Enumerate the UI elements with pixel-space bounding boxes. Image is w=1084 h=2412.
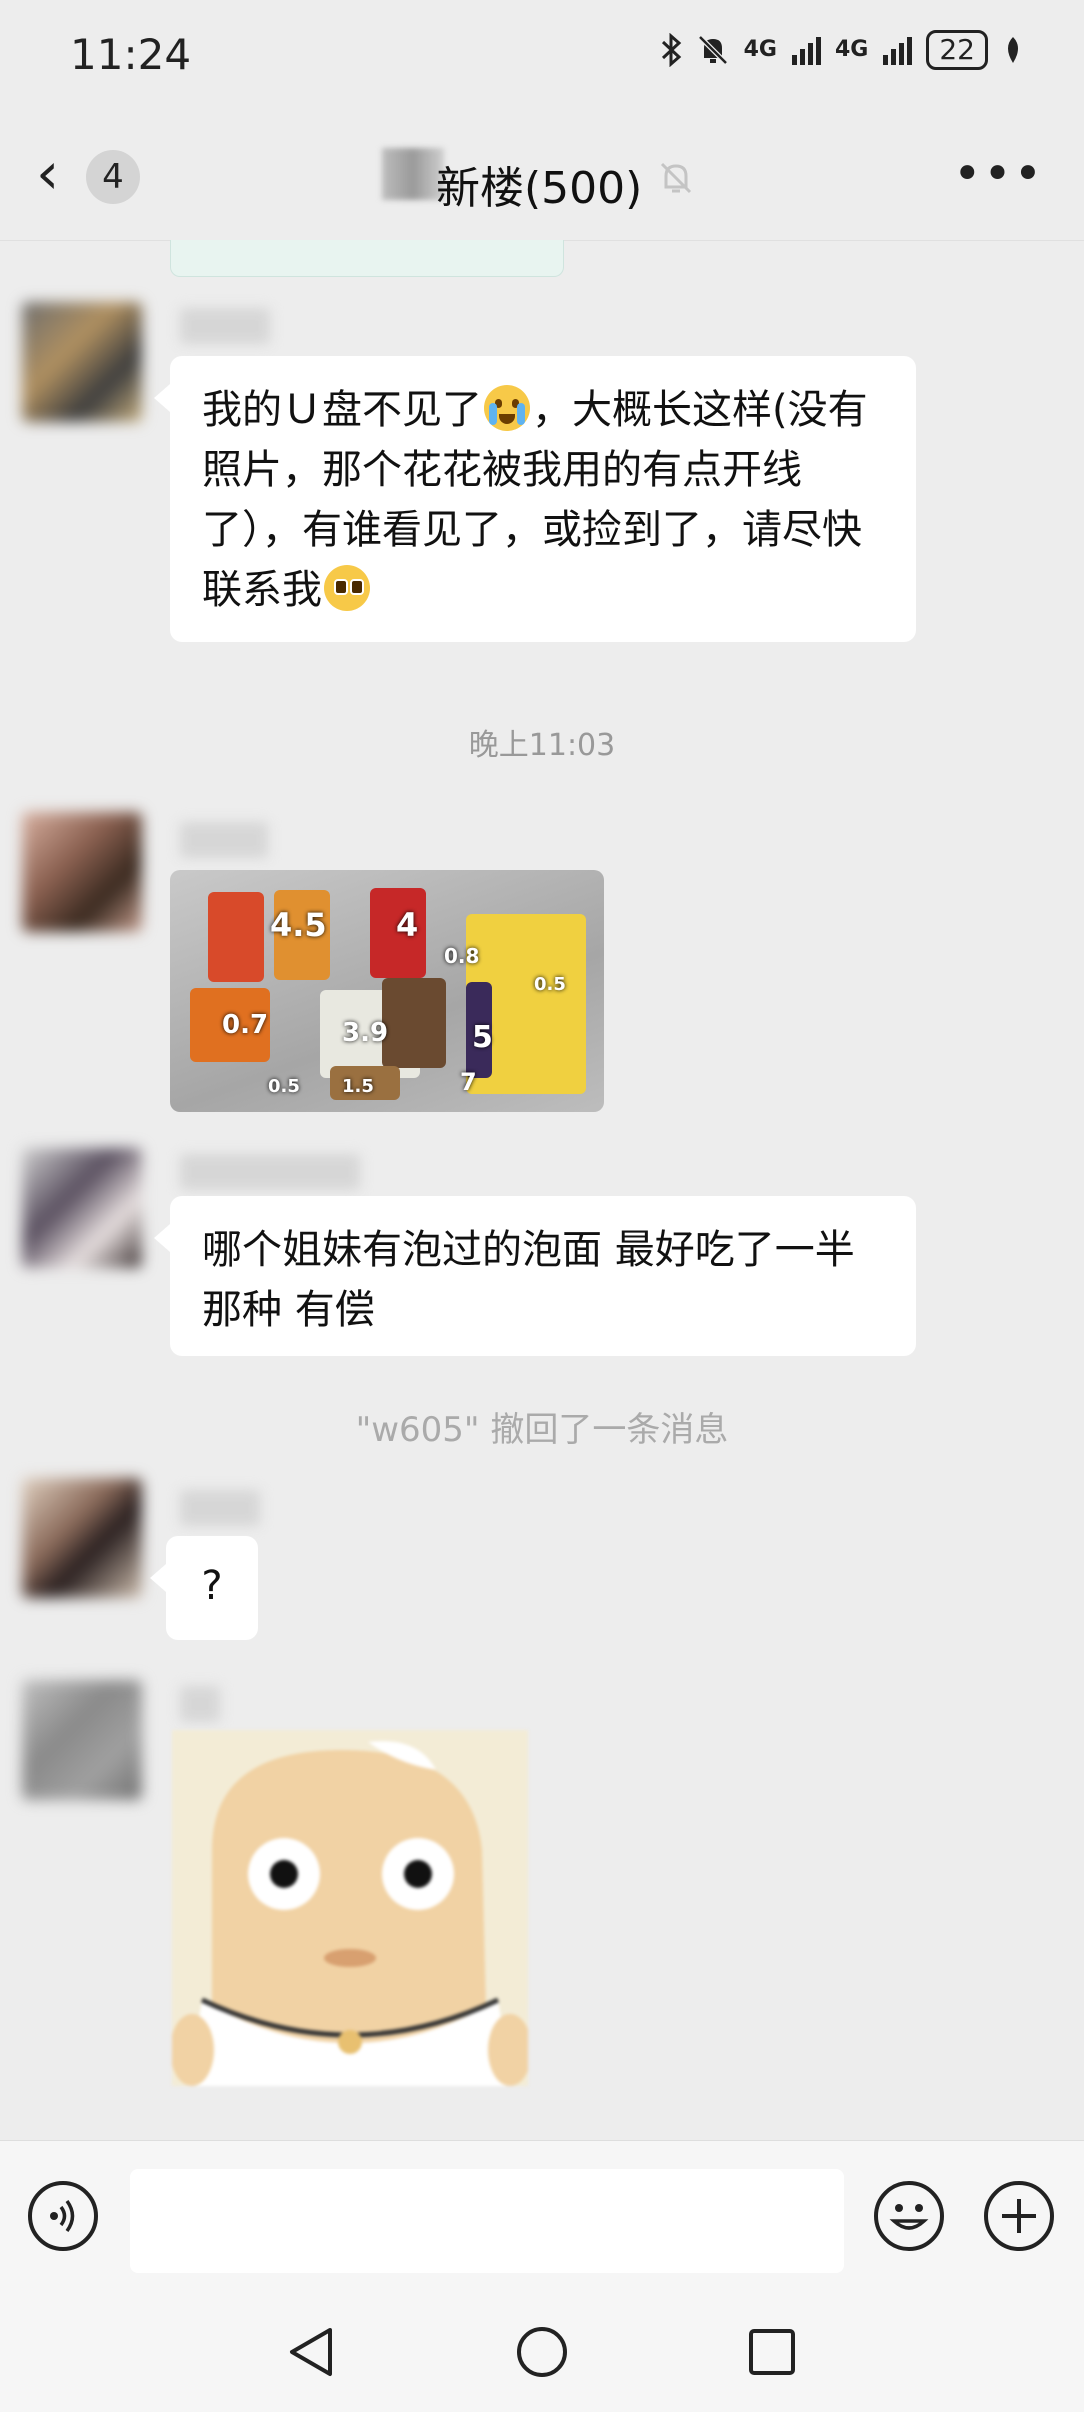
price-label: 4	[396, 906, 419, 944]
sticker-image[interactable]	[172, 1730, 528, 2086]
previous-message-bubble[interactable]	[170, 240, 564, 277]
bell-muted-icon	[697, 35, 728, 65]
bluetooth-icon	[661, 33, 681, 67]
price-label: 4.5	[270, 906, 327, 944]
leaf-icon	[1008, 37, 1018, 63]
avatar[interactable]	[22, 1680, 142, 1800]
chat-header: ‹ 4 新楼(500) •••	[0, 110, 1084, 241]
photo-item	[382, 978, 446, 1068]
input-bar	[0, 2140, 1084, 2291]
message-timestamp: 晚上11:03	[468, 728, 616, 763]
network-label-2: 4G	[834, 37, 869, 62]
price-label: 5	[472, 1020, 493, 1055]
status-bar: 11:24 4G 4G 22	[0, 0, 1084, 110]
loudly-crying-face-icon	[484, 385, 530, 431]
price-label: 0.5	[268, 1076, 300, 1097]
message-bubble[interactable]: 我的Ｕ盘不见了 ，大概长这样(没有照片，那个花花被我用的有点开线了），有谁看见了，…	[154, 356, 916, 642]
signal-icon	[791, 37, 821, 65]
battery-level: 22	[926, 30, 988, 70]
message-text: ?	[201, 1563, 223, 1609]
voice-icon	[50, 2199, 75, 2233]
sender-name-blurred	[180, 1686, 220, 1722]
smiley-icon	[889, 2204, 929, 2230]
pleading-face-icon	[324, 565, 370, 611]
recents-nav-icon[interactable]	[742, 2322, 802, 2382]
title-blurred-fragment	[382, 148, 444, 200]
message-bubble[interactable]: 哪个姐妹有泡过的泡面 最好吃了一半那种 有偿	[154, 1196, 916, 1356]
price-label: 1.5	[342, 1076, 374, 1097]
plus-icon	[1002, 2199, 1036, 2233]
more-options-icon[interactable]: •••	[953, 146, 1044, 202]
cartoon-face-sticker	[172, 1730, 528, 2086]
signal-icon	[883, 37, 913, 65]
price-label: 0.8	[444, 944, 480, 968]
message-bubble[interactable]: ?	[150, 1536, 258, 1640]
back-nav-icon[interactable]	[282, 2322, 342, 2382]
system-navigation-bar	[0, 2290, 1084, 2412]
sender-name-blurred	[180, 1154, 360, 1190]
more-functions-button[interactable]	[984, 2181, 1054, 2251]
avatar[interactable]	[22, 812, 142, 932]
recall-notice: "w605" 撤回了一条消息	[355, 1410, 729, 1450]
avatar[interactable]	[22, 1148, 142, 1268]
status-icons: 4G 4G 22	[660, 30, 1024, 70]
back-icon[interactable]: ‹	[36, 144, 59, 202]
price-label: 7	[460, 1068, 477, 1096]
message-list[interactable]: 我的Ｕ盘不见了 ，大概长这样(没有照片，那个花花被我用的有点开线了），有谁看见了，…	[0, 240, 1084, 2140]
voice-input-button[interactable]	[28, 2181, 98, 2251]
home-nav-icon[interactable]	[512, 2322, 572, 2382]
snack-photo[interactable]: 4.5 4 0.8 0.5 0.7 3.9 5 0.5 1.5 7	[170, 870, 604, 1112]
message-input[interactable]	[130, 2169, 844, 2273]
avatar[interactable]	[22, 1478, 142, 1598]
chat-title: 新楼(500)	[436, 163, 643, 214]
avatar[interactable]	[22, 302, 142, 422]
sender-name-blurred	[180, 1490, 260, 1526]
unread-count-badge[interactable]: 4	[86, 150, 140, 204]
network-label-1: 4G	[743, 37, 777, 62]
emoji-button[interactable]	[874, 2181, 944, 2251]
price-label: 0.5	[534, 974, 566, 995]
muted-bell-icon	[660, 162, 692, 194]
message-text: 我的Ｕ盘不见了	[202, 387, 482, 433]
sender-name-blurred	[180, 308, 270, 344]
photo-item	[208, 892, 264, 982]
message-text: 哪个姐妹有泡过的泡面 最好吃了一半那种 有偿	[202, 1227, 855, 1333]
sender-name-blurred	[180, 822, 268, 858]
price-label: 3.9	[342, 1018, 389, 1048]
status-time: 11:24	[70, 30, 192, 79]
price-label: 0.7	[222, 1010, 269, 1040]
